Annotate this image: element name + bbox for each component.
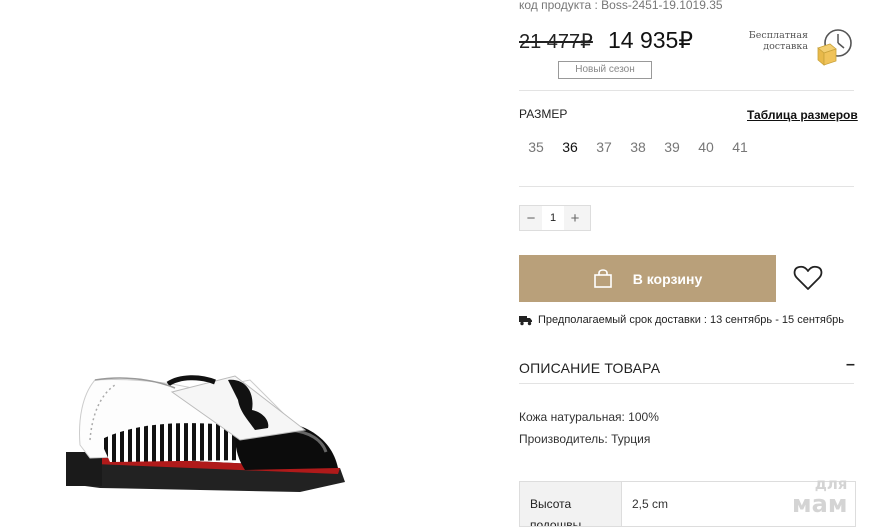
description-material: Кожа натуральная: 100% xyxy=(519,410,659,424)
size-option[interactable]: 37 xyxy=(587,139,621,155)
size-option-selected[interactable]: 36 xyxy=(553,139,587,155)
delivery-estimate-text: Предполагаемый срок доставки : 13 сентяб… xyxy=(538,314,845,326)
free-delivery-line2: доставка xyxy=(763,41,808,52)
description-manufacturer: Производитель: Турция xyxy=(519,432,651,446)
watermark-logo: для мам xyxy=(792,474,848,518)
quantity-increase-button[interactable]: + xyxy=(564,206,586,230)
shopping-bag-icon xyxy=(593,268,613,289)
add-to-cart-label: В корзину xyxy=(632,270,703,287)
size-option[interactable]: 41 xyxy=(723,139,757,155)
watermark-line2: мам xyxy=(792,490,848,518)
heart-icon xyxy=(793,265,823,290)
size-table-link[interactable]: Таблица размеров xyxy=(747,108,858,122)
delivery-clock-box-icon xyxy=(817,29,852,66)
product-sku: код продукта : Boss-2451-19.1019.35 xyxy=(519,0,723,12)
add-to-cart-button[interactable]: В корзину xyxy=(519,255,776,302)
size-option[interactable]: 39 xyxy=(655,139,689,155)
new-season-badge: Новый сезон xyxy=(558,61,652,79)
sku-value: Boss-2451-19.1019.35 xyxy=(601,0,723,12)
quantity-stepper: − 1 + xyxy=(519,205,591,231)
size-option[interactable]: 40 xyxy=(689,139,723,155)
divider xyxy=(519,90,854,91)
free-delivery-line1: Бесплатная xyxy=(748,30,808,41)
current-price: 14 935₽ xyxy=(608,27,693,53)
old-price: 21 477₽ xyxy=(519,31,593,53)
description-collapse-toggle[interactable]: – xyxy=(846,356,855,374)
shoe-illustration xyxy=(66,375,345,492)
free-delivery-badge: Бесплатная доставка xyxy=(746,28,856,68)
product-image[interactable] xyxy=(0,0,500,525)
truck-icon xyxy=(519,315,533,326)
size-option[interactable]: 35 xyxy=(519,139,553,155)
wishlist-button[interactable] xyxy=(793,264,823,292)
sku-label: код продукта : xyxy=(519,0,598,12)
spec-value: 2,5 cm xyxy=(632,497,669,511)
size-options: 35 36 37 38 39 40 41 xyxy=(519,139,757,155)
size-title: РАЗМЕР xyxy=(519,107,568,121)
quantity-value[interactable]: 1 xyxy=(542,206,564,230)
description-title[interactable]: ОПИСАНИЕ ТОВАРА xyxy=(519,360,660,376)
size-option[interactable]: 38 xyxy=(621,139,655,155)
delivery-estimate: Предполагаемый срок доставки : 13 сентяб… xyxy=(519,314,844,326)
spec-key: Высота подошвы xyxy=(520,482,622,526)
divider xyxy=(519,383,854,384)
quantity-decrease-button[interactable]: − xyxy=(520,206,542,230)
divider xyxy=(519,186,854,187)
